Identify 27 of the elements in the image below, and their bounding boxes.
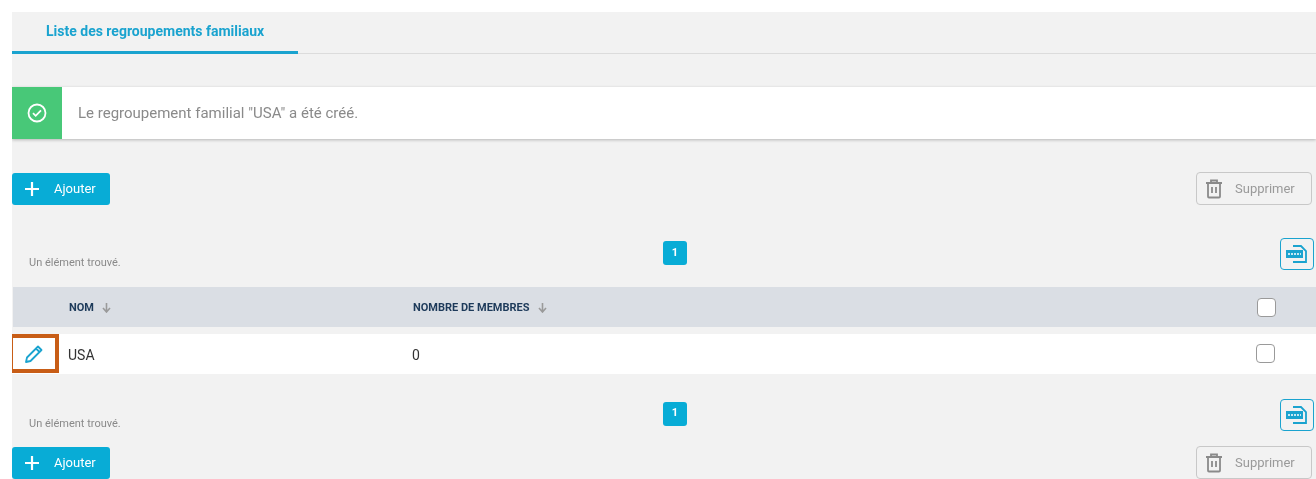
checkbox[interactable] [1257, 297, 1276, 317]
spreadsheet-file-icon [1286, 245, 1308, 264]
check-circle-icon [27, 103, 47, 124]
alert-message: Le regroupement familial "USA" a été créé. [78, 102, 359, 124]
sort-arrow-icon[interactable] [102, 302, 111, 313]
plus-icon [24, 454, 40, 471]
pencil-icon [24, 343, 44, 364]
edit-button[interactable] [12, 334, 59, 374]
sort-arrow-icon[interactable] [537, 302, 547, 313]
column-header[interactable]: NOMBRE DE MEMBRES [413, 299, 530, 317]
spreadsheet-file-icon [1286, 405, 1308, 424]
checkbox[interactable] [1256, 344, 1275, 364]
tab[interactable]: Liste des regroupements familiaux [12, 12, 299, 54]
trash-icon [1205, 452, 1223, 473]
table-cell-text: USA [68, 346, 95, 366]
result-count: Un élément trouvé. [29, 415, 121, 432]
trash-icon [1205, 178, 1223, 199]
plus-icon [24, 180, 40, 197]
table-cell-text: 0 [412, 346, 420, 366]
export-button[interactable] [1280, 238, 1314, 271]
page-button[interactable]: 1 [663, 401, 687, 426]
column-header[interactable]: NOM [69, 299, 94, 317]
add-button[interactable]: Ajouter [12, 172, 110, 205]
result-count: Un élément trouvé. [29, 255, 121, 272]
export-button[interactable] [1280, 398, 1314, 431]
add-button[interactable]: Ajouter [12, 446, 110, 479]
page-button[interactable]: 1 [663, 241, 687, 266]
